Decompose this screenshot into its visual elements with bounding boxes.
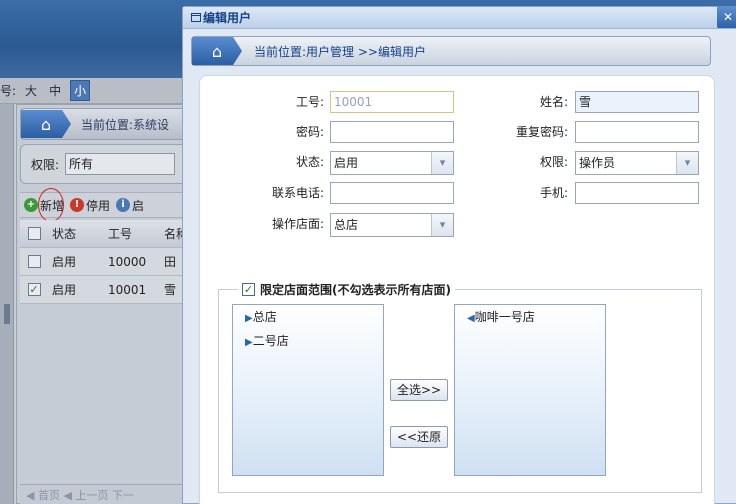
annotation-circle — [38, 188, 64, 222]
role-label: 权限: — [539, 155, 568, 169]
mobile-input[interactable] — [575, 182, 699, 204]
bg-breadcrumb-text: 当前位置:系统设 — [81, 117, 170, 132]
store-name: 二号店 — [252, 334, 289, 348]
store-value: 总店 — [334, 218, 359, 232]
repeat-password-input[interactable] — [575, 121, 699, 143]
emp-no-input: 10001 — [330, 91, 454, 113]
filter-select[interactable]: 所有 — [65, 153, 176, 175]
font-size-medium[interactable]: 中 — [46, 81, 64, 100]
cell-id: 10001 — [108, 282, 147, 297]
col-status[interactable]: 状态 — [48, 225, 104, 242]
list-item[interactable]: ▶二号店 — [233, 329, 383, 353]
user-table: 状态 工号 名称 启用 10000 田 ✓ 启用 10001 雪 — [20, 220, 196, 304]
status-value: 启用 — [334, 156, 359, 170]
cell-id: 10000 — [108, 254, 147, 269]
user-form: 工号: 10001 姓名: 雪 密码: 重复密码: 状态: 启用 ▾ 权限: 操… — [199, 75, 715, 504]
sidebar-collapse-strip[interactable] — [0, 104, 14, 504]
arrow-left-icon: ◀ — [467, 313, 475, 324]
pager[interactable]: ◀ 首页 ◀ 上一页 下一 — [20, 484, 196, 504]
arrow-right-icon: ▶ — [245, 313, 253, 324]
list-item[interactable]: ◀咖啡一号店 — [455, 305, 605, 329]
table-row[interactable]: 启用 10000 田 — [20, 248, 196, 276]
window-icon — [191, 13, 201, 22]
status-label: 状态: — [295, 155, 324, 169]
font-size-bar: 号: 大 中 小 — [0, 78, 200, 104]
name-input[interactable]: 雪 — [575, 91, 699, 113]
table-row[interactable]: ✓ 启用 10001 雪 — [20, 276, 196, 304]
info-icon: i — [116, 198, 131, 212]
phone-label: 联系电话: — [271, 186, 324, 200]
store-scope-label: 限定店面范围(不勾选表示所有店面) — [260, 283, 451, 297]
col-id[interactable]: 工号 — [104, 225, 160, 242]
phone-input[interactable] — [330, 182, 454, 204]
store-name: 咖啡一号店 — [474, 310, 535, 324]
name-label: 姓名: — [539, 95, 568, 109]
arrow-right-icon: ▶ — [245, 337, 253, 348]
enable-label: 启 — [132, 198, 145, 213]
breadcrumb-text: 当前位置:用户管理 >>编辑用户 — [254, 44, 426, 59]
stop-icon: ! — [70, 198, 85, 212]
close-icon[interactable]: ✕ — [717, 6, 736, 28]
chevron-down-icon[interactable]: ▾ — [431, 152, 453, 174]
font-size-large[interactable]: 大 — [22, 81, 40, 100]
font-size-small[interactable]: 小 — [70, 80, 91, 101]
repeat-password-label: 重复密码: — [515, 125, 568, 139]
store-scope-legend: ✓ 限定店面范围(不勾选表示所有店面) — [238, 281, 455, 298]
role-value: 操作员 — [579, 156, 616, 170]
list-item[interactable]: ▶总店 — [233, 305, 383, 329]
store-select[interactable]: 总店 ▾ — [330, 213, 454, 237]
bg-breadcrumb: ⌂ 当前位置:系统设 — [20, 108, 190, 140]
home-icon[interactable]: ⌂ — [21, 110, 71, 138]
role-select[interactable]: 操作员 ▾ — [575, 151, 699, 175]
collapse-handle[interactable] — [4, 304, 10, 324]
store-label: 操作店面: — [271, 217, 324, 231]
password-label: 密码: — [295, 125, 324, 139]
store-name: 总店 — [252, 310, 277, 324]
bg-filter-bar: 权限: 所有 — [20, 144, 190, 184]
breadcrumb: ⌂ 当前位置:用户管理 >>编辑用户 — [191, 36, 711, 66]
edit-user-dialog: 编辑用户 ✕ ⌂ 当前位置:用户管理 >>编辑用户 工号: 10001 姓名: … — [182, 6, 736, 504]
disable-button[interactable]: ! 停用 — [70, 197, 110, 214]
row-checkbox[interactable]: ✓ — [27, 283, 41, 296]
dialog-titlebar[interactable]: 编辑用户 — [183, 7, 736, 29]
status-select[interactable]: 启用 ▾ — [330, 151, 454, 175]
selected-stores-list[interactable]: ◀咖啡一号店 — [454, 304, 606, 476]
cell-status: 启用 — [52, 255, 77, 269]
table-header: 状态 工号 名称 — [20, 220, 196, 248]
available-stores-list[interactable]: ▶总店 ▶二号店 — [232, 304, 384, 476]
home-icon[interactable]: ⌂ — [192, 37, 242, 65]
emp-no-label: 工号: — [295, 95, 324, 109]
filter-label: 权限: — [31, 157, 60, 172]
chevron-down-icon[interactable]: ▾ — [676, 152, 698, 174]
cell-status: 启用 — [52, 283, 77, 297]
restore-button[interactable]: <<还原 — [390, 426, 449, 448]
store-scope-checkbox[interactable]: ✓ — [242, 283, 255, 296]
font-size-label: 号: — [0, 84, 17, 98]
dialog-title: 编辑用户 — [203, 11, 252, 25]
chevron-down-icon[interactable]: ▾ — [431, 214, 453, 236]
stop-label: 停用 — [86, 198, 111, 213]
select-all-checkbox[interactable] — [27, 227, 41, 240]
password-input[interactable] — [330, 121, 454, 143]
row-checkbox[interactable] — [27, 255, 41, 268]
select-all-button[interactable]: 全选>> — [390, 379, 449, 401]
enable-button[interactable]: i启 — [116, 197, 144, 214]
add-icon: + — [24, 198, 38, 212]
mobile-label: 手机: — [539, 186, 568, 200]
